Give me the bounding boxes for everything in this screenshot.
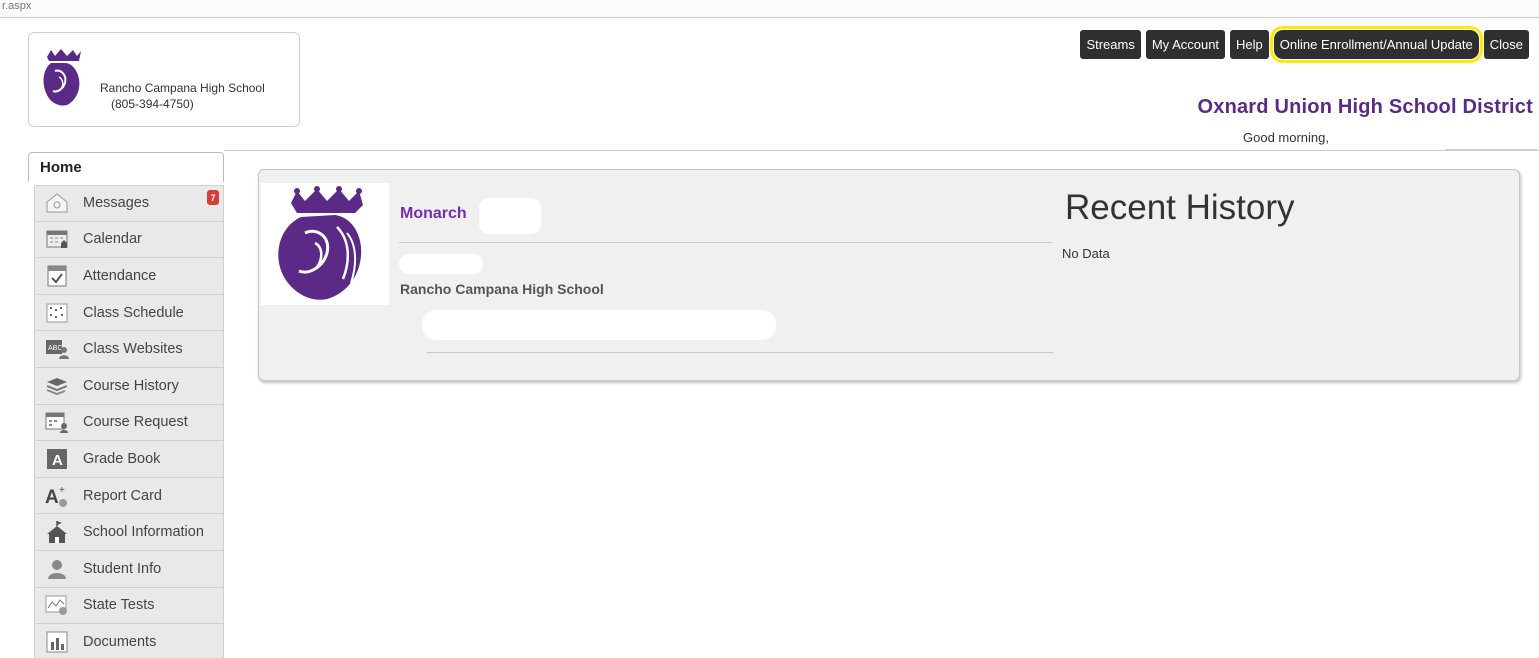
svg-text:A: A	[52, 452, 63, 469]
student-school: Rancho Campana High School	[400, 281, 604, 297]
class-websites-icon: ABC	[45, 337, 69, 361]
help-button[interactable]: Help	[1230, 30, 1269, 59]
svg-text:ABC: ABC	[48, 345, 62, 352]
sidebar-item-label: Report Card	[83, 487, 162, 504]
sidebar-item-class-schedule[interactable]: Class Schedule	[34, 294, 224, 332]
redacted-details	[422, 310, 776, 340]
sidebar-item-state-tests[interactable]: State Tests	[34, 587, 224, 625]
sidebar-item-school-information[interactable]: School Information	[34, 514, 224, 551]
class-schedule-icon	[45, 301, 69, 325]
sidebar-item-messages[interactable]: Messages 7	[34, 185, 224, 222]
sidebar-item-course-history[interactable]: Course History	[34, 367, 224, 405]
sidebar-item-report-card[interactable]: A + Report Card	[34, 477, 224, 515]
close-button[interactable]: Close	[1483, 30, 1529, 59]
recent-history-empty: No Data	[1062, 246, 1110, 261]
sidebar-item-label: School Information	[83, 524, 204, 541]
report-card-icon: A +	[45, 484, 69, 508]
top-navigation: Streams My Account Help Online Enrollmen…	[1080, 26, 1529, 63]
sidebar-item-label: Messages	[83, 195, 150, 212]
sidebar-item-class-websites[interactable]: ABC Class Websites	[34, 331, 224, 368]
svg-text:A: A	[45, 487, 59, 508]
district-name: Oxnard Union High School District	[1197, 96, 1533, 118]
sidebar-item-grade-book[interactable]: A Grade Book	[34, 441, 224, 478]
school-info-box: Rancho Campana High School (805-394-4750…	[28, 32, 300, 127]
sidebar-item-student-info[interactable]: Student Info	[34, 550, 224, 588]
student-card: Monarch Rancho Campana High School Recen…	[258, 169, 1520, 381]
attendance-icon	[45, 264, 69, 288]
redacted-last-name	[479, 198, 541, 234]
sidebar-item-course-request[interactable]: Course Request	[34, 404, 224, 442]
redacted-user-name	[1354, 128, 1404, 146]
divider	[399, 242, 1052, 243]
recent-history-title: Recent History	[1065, 188, 1295, 227]
sidebar: Messages 7 Calendar Attendance Class Sch…	[34, 185, 224, 658]
student-name[interactable]: Monarch	[400, 205, 467, 223]
course-request-icon	[45, 410, 69, 434]
sidebar-item-calendar[interactable]: Calendar	[34, 221, 224, 259]
sidebar-item-attendance[interactable]: Attendance	[34, 258, 224, 295]
streams-button[interactable]: Streams	[1080, 30, 1141, 59]
svg-text:+: +	[59, 485, 65, 496]
school-information-icon	[45, 520, 69, 544]
calendar-icon	[45, 227, 69, 251]
state-tests-icon	[45, 593, 69, 617]
tab-bar-line	[224, 150, 1539, 151]
sidebar-item-label: State Tests	[83, 597, 155, 614]
online-enrollment-button[interactable]: Online Enrollment/Annual Update	[1269, 26, 1483, 63]
sidebar-item-label: Calendar	[83, 231, 142, 248]
sidebar-item-label: Attendance	[83, 267, 157, 284]
redacted-student-id	[399, 254, 483, 274]
my-account-button[interactable]: My Account	[1145, 30, 1226, 59]
school-name: Rancho Campana High School	[100, 81, 265, 95]
student-info-icon	[45, 557, 69, 581]
messages-count-badge: 7	[207, 190, 219, 205]
course-history-icon	[45, 374, 69, 398]
url-fragment: r.aspx	[0, 0, 1539, 18]
greeting: Good morning,	[1243, 130, 1329, 145]
sidebar-item-label: Course Request	[83, 414, 188, 431]
grade-book-icon: A	[45, 447, 69, 471]
sidebar-item-label: Class Schedule	[83, 304, 184, 321]
divider	[427, 352, 1053, 353]
school-phone: (805-394-4750)	[111, 97, 194, 111]
student-photo-lion-icon	[261, 183, 389, 305]
sidebar-item-label: Grade Book	[83, 450, 161, 467]
sidebar-item-documents[interactable]: Documents	[34, 624, 224, 658]
sidebar-item-label: Class Websites	[83, 341, 183, 358]
lion-crown-logo-icon	[43, 49, 81, 106]
page: r.aspx Rancho Campana High School (805-3…	[0, 0, 1539, 658]
tab-home[interactable]: Home	[28, 152, 224, 182]
sidebar-item-label: Course History	[83, 377, 179, 394]
sidebar-item-label: Student Info	[83, 560, 162, 577]
documents-icon	[45, 630, 69, 654]
sidebar-item-label: Documents	[83, 633, 157, 650]
messages-icon	[45, 191, 69, 215]
